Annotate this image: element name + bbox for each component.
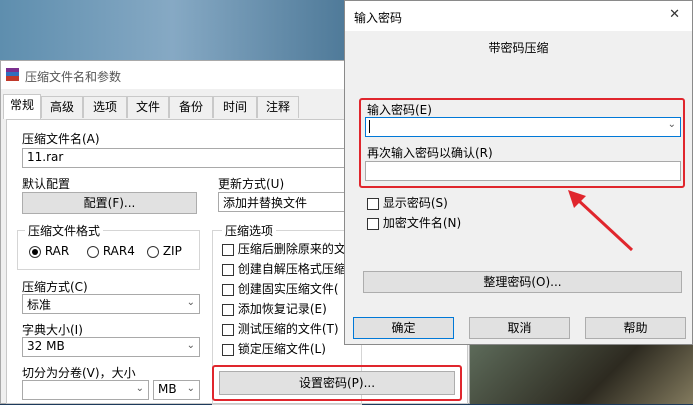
tab-time[interactable]: 时间 [213, 96, 257, 118]
chevron-down-icon: ⌄ [186, 383, 195, 394]
encrypt-names-label: 加密文件名(N) [382, 216, 462, 230]
checkbox-icon [367, 197, 379, 210]
checkbox-icon [222, 263, 234, 276]
method-value: 标准 [27, 298, 52, 312]
method-select[interactable]: 标准 ⌄ [22, 294, 200, 314]
text-caret [369, 120, 370, 133]
tab-comment[interactable]: 注释 [257, 96, 299, 118]
red-arrow-icon [568, 190, 634, 252]
cancel-button[interactable]: 取消 [469, 317, 570, 339]
radio-selected-icon [29, 245, 41, 258]
option-label: 创建自解压格式压缩 [237, 262, 346, 276]
set-password-button[interactable]: 设置密码(P)... [219, 371, 455, 395]
confirm-password-input[interactable] [365, 161, 681, 181]
radio-icon [147, 245, 159, 258]
checkbox-icon [222, 343, 234, 356]
format-rar4[interactable]: RAR4 [87, 244, 135, 258]
option-solid[interactable]: 创建固实压缩文件( [222, 280, 339, 297]
checkbox-icon [222, 303, 234, 316]
dialog-heading: 带密码压缩 [488, 41, 549, 55]
show-password-checkbox[interactable]: 显示密码(S) [367, 194, 448, 211]
close-icon[interactable]: ✕ [669, 7, 680, 22]
chevron-down-icon: ⌄ [135, 383, 144, 394]
archive-name-input[interactable]: 11.rar [22, 148, 352, 168]
format-group-label: 压缩文件格式 [25, 222, 104, 239]
format-rar4-label: RAR4 [102, 244, 135, 258]
desktop-sky [0, 0, 345, 60]
update-mode-select[interactable]: 添加并替换文件 [218, 192, 358, 212]
option-label: 锁定压缩文件(L) [237, 342, 326, 356]
tab-advanced[interactable]: 高级 [41, 96, 83, 118]
organize-passwords-button[interactable]: 整理密码(O)... [363, 271, 682, 293]
password-dialog: 输入密码 ✕ 带密码压缩 输入密码(E) ⌄ 再次输入密码以确认(R) 显示密码… [344, 0, 693, 345]
encrypt-names-checkbox[interactable]: 加密文件名(N) [367, 214, 461, 231]
dialog-title: 输入密码 [354, 11, 403, 25]
split-label: 切分为分卷(V)，大小 [22, 366, 136, 380]
option-recovery[interactable]: 添加恢复记录(E) [222, 300, 327, 317]
archive-name-label: 压缩文件名(A) [22, 132, 100, 146]
option-sfx[interactable]: 创建自解压格式压缩 [222, 260, 346, 277]
option-delete-after[interactable]: 压缩后删除原来的文 [222, 240, 346, 257]
confirm-label: 再次输入密码以确认(R) [367, 146, 493, 160]
chevron-down-icon: ⌄ [186, 297, 195, 308]
split-unit-value: MB [158, 382, 177, 396]
option-lock[interactable]: 锁定压缩文件(L) [222, 340, 326, 357]
option-label: 添加恢复记录(E) [237, 302, 327, 316]
default-config-label: 默认配置 [22, 177, 71, 191]
config-button[interactable]: 配置(F)... [22, 192, 197, 214]
help-button[interactable]: 帮助 [585, 317, 686, 339]
tab-backup[interactable]: 备份 [169, 96, 213, 118]
checkbox-icon [222, 243, 234, 256]
option-label: 测试压缩的文件(T) [237, 322, 339, 336]
show-password-label: 显示密码(S) [382, 196, 448, 210]
tab-general[interactable]: 常规 [3, 94, 41, 119]
checkbox-icon [222, 283, 234, 296]
password-label: 输入密码(E) [367, 103, 432, 117]
checkbox-icon [367, 217, 379, 230]
checkbox-icon [222, 323, 234, 336]
split-unit-select[interactable]: MB ⌄ [153, 380, 200, 400]
dict-select[interactable]: 32 MB ⌄ [22, 337, 200, 357]
winrar-icon [6, 68, 19, 81]
option-label: 创建固实压缩文件( [237, 282, 339, 296]
format-zip-label: ZIP [162, 244, 182, 258]
tab-options[interactable]: 选项 [83, 96, 127, 118]
options-group-label: 压缩选项 [222, 222, 277, 239]
ok-button[interactable]: 确定 [353, 317, 454, 339]
dict-label: 字典大小(I) [22, 323, 83, 337]
dialog-title: 压缩文件名和参数 [25, 70, 122, 84]
desktop-landscape [470, 344, 693, 404]
chevron-down-icon: ⌄ [186, 340, 195, 351]
option-label: 压缩后删除原来的文 [237, 242, 346, 256]
format-rar-label: RAR [44, 244, 70, 258]
format-rar[interactable]: RAR [29, 244, 69, 258]
update-mode-label: 更新方式(U) [218, 177, 285, 191]
split-size-select[interactable]: ⌄ [22, 380, 149, 400]
dict-value: 32 MB [27, 339, 65, 353]
format-zip[interactable]: ZIP [147, 244, 182, 258]
title-bar: 输入密码 ✕ [345, 1, 692, 31]
password-input[interactable]: ⌄ [365, 117, 681, 137]
radio-icon [87, 245, 99, 258]
option-test[interactable]: 测试压缩的文件(T) [222, 320, 339, 337]
chevron-down-icon: ⌄ [667, 119, 676, 130]
method-label: 压缩方式(C) [22, 280, 88, 294]
update-mode-value: 添加并替换文件 [223, 196, 308, 210]
tab-files[interactable]: 文件 [127, 96, 169, 118]
